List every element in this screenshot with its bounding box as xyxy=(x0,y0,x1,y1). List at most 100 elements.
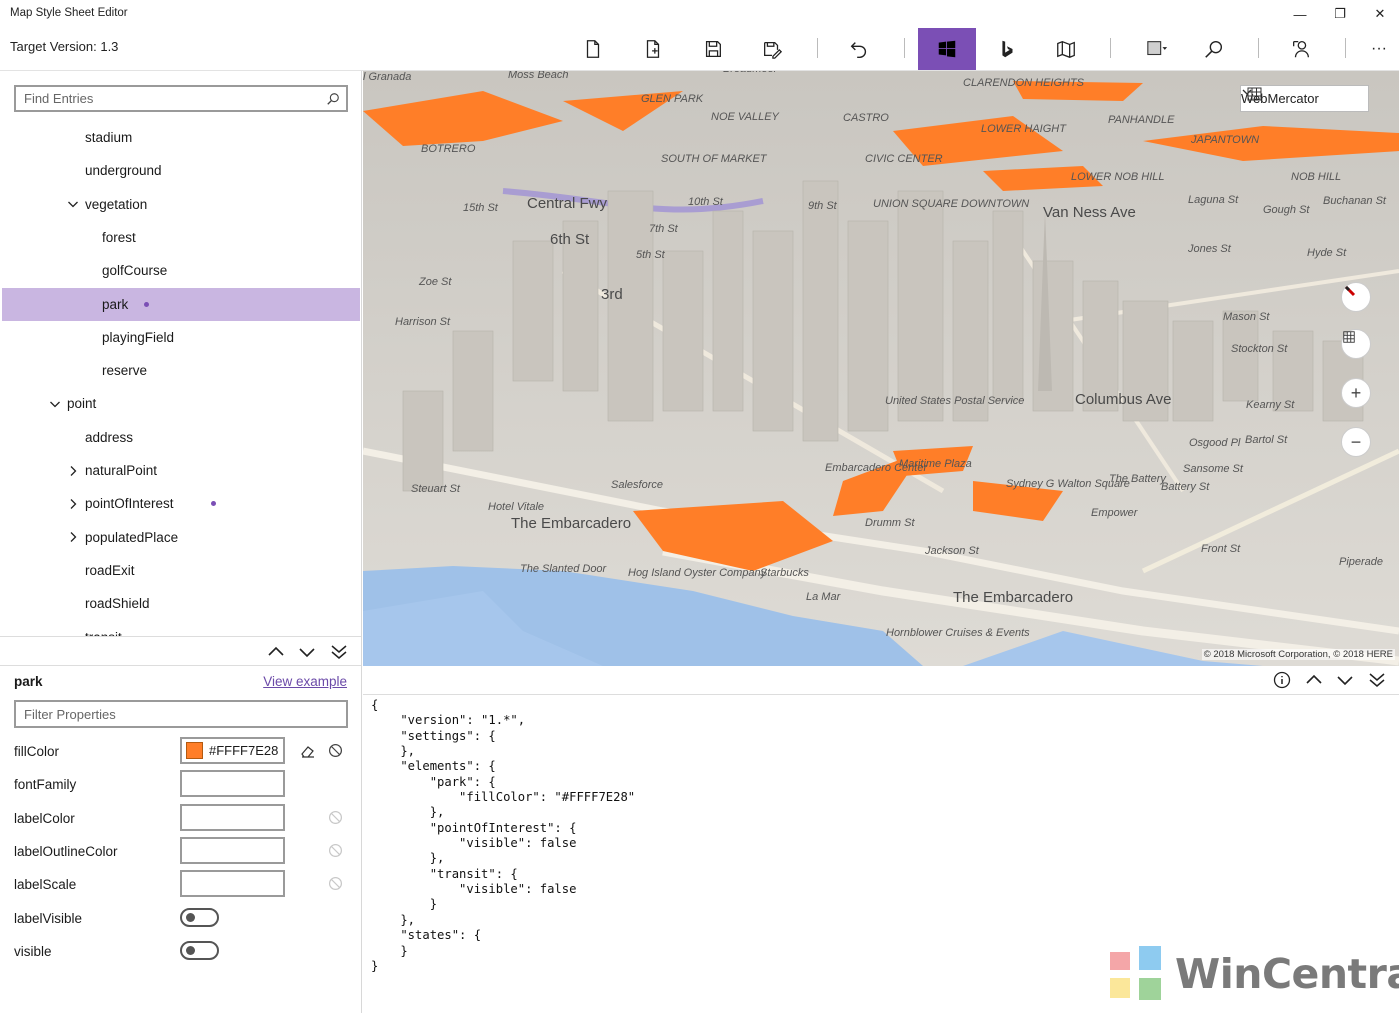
map-label: 10th St xyxy=(688,196,723,208)
tree-item-reserve[interactable]: reserve xyxy=(2,354,360,387)
labelscale-input[interactable] xyxy=(180,870,285,898)
json-text[interactable]: { "version": "1.*", "settings": { }, "el… xyxy=(371,698,635,974)
eraser-icon[interactable] xyxy=(300,743,316,759)
windows-map-button[interactable] xyxy=(918,28,976,70)
zoom-in-button[interactable]: + xyxy=(1341,378,1371,408)
projection-dropdown[interactable]: WebMercator xyxy=(1240,85,1369,112)
target-version[interactable]: Target Version: 1.3 xyxy=(10,39,118,54)
chevron-right-icon[interactable] xyxy=(67,531,79,543)
tree-item-address[interactable]: address xyxy=(2,421,360,454)
map-label: BOTRERO xyxy=(421,143,476,155)
visible-toggle[interactable] xyxy=(180,940,219,960)
find-entries-box[interactable] xyxy=(14,85,348,112)
map-label: Osgood Pl xyxy=(1189,437,1241,449)
tree-item-label: park xyxy=(102,296,129,312)
collapse-all-button[interactable] xyxy=(328,641,350,663)
info-icon xyxy=(1273,671,1291,689)
map-label: Drumm St xyxy=(865,517,915,529)
find-entries-input[interactable] xyxy=(16,87,316,110)
labelcolor-input[interactable] xyxy=(180,803,285,831)
map-label: Mason St xyxy=(1223,311,1270,323)
open-file-button[interactable] xyxy=(624,28,682,70)
bing-map-button[interactable] xyxy=(978,28,1036,70)
entry-tree[interactable]: stadium underground vegetation forest golfCo… xyxy=(0,121,361,636)
restore-button[interactable]: ❐ xyxy=(1320,0,1360,28)
labelvisible-toggle[interactable] xyxy=(180,907,219,927)
map-label: 5th St xyxy=(636,249,665,261)
fontfamily-input[interactable] xyxy=(180,770,285,798)
tree-item-vegetation[interactable]: vegetation xyxy=(2,188,360,221)
map-label: The Embarcadero xyxy=(511,515,632,532)
map-label: GLEN PARK xyxy=(641,93,704,105)
open-file-icon xyxy=(646,40,660,58)
tree-item-populatedplace[interactable]: populatedPlace xyxy=(2,521,360,554)
info-button[interactable] xyxy=(1271,669,1293,691)
filter-properties-box[interactable] xyxy=(14,700,348,728)
map-label: Front St xyxy=(1201,543,1241,555)
map-label: CASTRO xyxy=(843,112,889,124)
close-button[interactable]: ✕ xyxy=(1360,0,1399,28)
tree-item-naturalpoint[interactable]: naturalPoint xyxy=(2,454,360,487)
map-label: Gough St xyxy=(1263,204,1310,216)
tree-item-label: underground xyxy=(85,163,162,179)
chevron-right-icon[interactable] xyxy=(67,465,79,477)
save-as-button[interactable] xyxy=(743,28,801,70)
json-up-button[interactable] xyxy=(1303,669,1325,691)
chevron-right-icon[interactable] xyxy=(67,498,79,510)
reset-icon xyxy=(328,810,343,825)
map-label: NOE VALLEY xyxy=(711,111,779,123)
labeloutlinecolor-input[interactable] xyxy=(180,836,285,864)
map-label: Hog Island Oyster Company xyxy=(628,567,767,579)
tree-item-roadshield[interactable]: roadShield xyxy=(2,587,360,620)
compass-button[interactable] xyxy=(1341,282,1371,312)
tree-item-label: playingField xyxy=(102,329,175,345)
tree-item-park[interactable]: park xyxy=(2,287,360,321)
feedback-button[interactable] xyxy=(1272,28,1330,70)
minimize-button[interactable]: — xyxy=(1280,0,1320,28)
tree-item-point[interactable]: point xyxy=(2,387,360,420)
map-view[interactable]: WebMercator + − © 2018 Microsoft Corpora… xyxy=(363,71,1399,666)
zoom-out-button[interactable]: − xyxy=(1341,427,1371,457)
map-label: Broadmoor xyxy=(723,71,777,75)
new-file-button[interactable] xyxy=(564,28,622,70)
search-icon[interactable] xyxy=(326,92,340,106)
color-picker-dropdown[interactable] xyxy=(1128,28,1186,70)
bing-logo-icon xyxy=(1002,40,1013,58)
minus-icon: − xyxy=(1350,431,1362,452)
toolbar-separator xyxy=(1345,38,1346,58)
undo-button[interactable] xyxy=(830,28,888,70)
tree-item-pointofinterest[interactable]: pointOfInterest xyxy=(2,487,360,520)
map-label: 3rd xyxy=(601,286,623,303)
chevron-down-icon[interactable] xyxy=(49,398,61,410)
map-style-button[interactable] xyxy=(1341,329,1371,359)
map-label: UNION SQUARE xyxy=(873,198,958,210)
save-button[interactable] xyxy=(684,28,742,70)
fillcolor-input[interactable]: #FFFF7E28 xyxy=(180,737,285,764)
tree-item-roadexit[interactable]: roadExit xyxy=(2,554,360,587)
color-swatch[interactable] xyxy=(186,742,203,759)
map-view-button[interactable] xyxy=(1037,28,1095,70)
search-map-button[interactable] xyxy=(1185,28,1243,70)
tree-item-underground[interactable]: underground xyxy=(2,154,360,187)
tree-item-label: naturalPoint xyxy=(85,463,158,478)
move-down-button[interactable] xyxy=(296,641,318,663)
more-button[interactable]: ··· xyxy=(1350,28,1399,70)
tree-item-golfcourse[interactable]: golfCourse xyxy=(2,254,360,287)
tree-item-stadium[interactable]: stadium xyxy=(2,121,360,154)
wincentral-logo-icon xyxy=(1110,946,1161,1000)
filter-properties-input[interactable] xyxy=(16,702,336,726)
json-down-button[interactable] xyxy=(1334,669,1356,691)
move-up-button[interactable] xyxy=(265,641,287,663)
reset-icon[interactable] xyxy=(328,743,343,758)
tree-item-forest[interactable]: forest xyxy=(2,221,360,254)
chevron-up-icon xyxy=(268,646,284,656)
map-label: Central Fwy xyxy=(527,195,608,212)
json-collapse-button[interactable] xyxy=(1366,669,1388,691)
tree-item-playingfield[interactable]: playingField xyxy=(2,321,360,354)
chevron-down-icon[interactable] xyxy=(67,198,79,210)
tree-item-transit[interactable]: transit xyxy=(2,621,360,637)
save-icon xyxy=(705,41,721,57)
toolbar-separator xyxy=(1110,38,1111,58)
map-label: Stockton St xyxy=(1231,343,1288,355)
view-example-link[interactable]: View example xyxy=(263,674,347,689)
